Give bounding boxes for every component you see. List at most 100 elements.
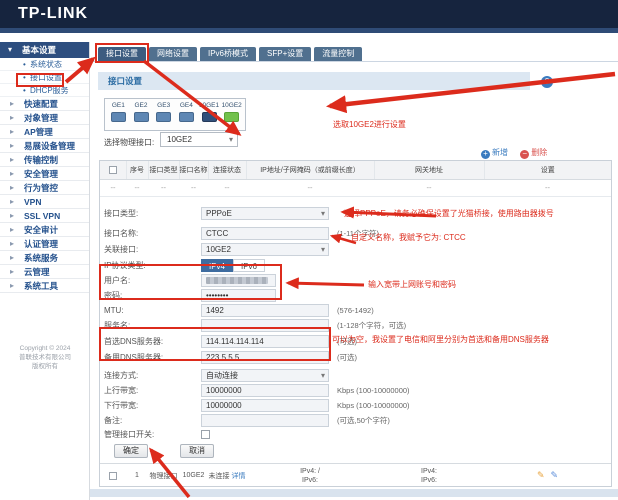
row-checkbox[interactable]	[109, 472, 117, 480]
annotation-name: 自定义名称，我赋予它为: CTCC	[351, 232, 466, 243]
annotation-box-sidebar	[16, 73, 64, 87]
port-ge1[interactable]: GE1	[107, 102, 130, 130]
port-ge4[interactable]: GE4	[175, 102, 198, 130]
footer-strip	[90, 489, 618, 497]
arrow-right-icon: ▸	[10, 251, 14, 265]
port-icon	[134, 112, 149, 122]
port-10ge2[interactable]: 10GE2	[220, 102, 243, 130]
sidebar-item-quick-setup[interactable]: ▸快速配置	[0, 97, 89, 111]
arrow-right-icon: ▸	[10, 153, 14, 167]
downstream-bandwidth-input[interactable]: 10000000	[201, 399, 329, 412]
remark-input[interactable]	[201, 414, 329, 427]
tab-ipv6-bridge[interactable]: IPv6桥模式	[200, 47, 256, 61]
detail-link[interactable]: 详情	[231, 473, 245, 480]
arrow-right-icon: ▸	[10, 223, 14, 237]
connect-mode-select[interactable]: 自动连接▾	[201, 369, 329, 382]
port-icon-selected	[224, 112, 239, 122]
sidebar-item-system-services[interactable]: ▸系统服务	[0, 251, 89, 265]
form-row-connect-mode: 连接方式:自动连接▾	[104, 369, 329, 383]
form-row-remark: 备注:(可选,50个字符)	[104, 414, 390, 428]
form-row-mgmt-switch: 管理接口开关:	[104, 429, 210, 443]
row-checkbox-cell	[100, 464, 126, 488]
tab-divider	[90, 61, 618, 62]
port-10ge1[interactable]: 10GE1	[198, 102, 221, 130]
linked-interface-select[interactable]: 10GE2▾	[201, 243, 329, 256]
sidebar-item-ap-mgmt[interactable]: ▸AP管理	[0, 125, 89, 139]
physical-interface-select[interactable]: 10GE2 ▾	[160, 132, 238, 147]
cancel-button[interactable]: 取消	[180, 444, 214, 458]
port-icon	[111, 112, 126, 122]
sidebar-item-object-mgmt[interactable]: ▸对象管理	[0, 111, 89, 125]
delete-button[interactable]: −删除	[520, 148, 547, 157]
form-row-upstream: 上行带宽:10000000Kbps (100-10000000)	[104, 384, 410, 398]
arrow-right-icon: ▸	[10, 209, 14, 223]
sidebar-item-auth[interactable]: ▸认证管理	[0, 237, 89, 251]
port-ge2[interactable]: GE2	[130, 102, 153, 130]
sidebar-item-transmission[interactable]: ▸传输控制	[0, 153, 89, 167]
sidebar-item-easymesh[interactable]: ▸易展设备管理	[0, 139, 89, 153]
chevron-down-icon: ▾	[321, 244, 325, 255]
help-icon[interactable]: ?	[541, 76, 553, 88]
col-name: 接口名称	[179, 161, 208, 179]
arrow-down-icon: ▾	[8, 42, 12, 58]
mgmt-interface-checkbox[interactable]	[201, 430, 210, 439]
form-row-mtu: MTU:1492(576-1492)	[104, 304, 374, 318]
port-icon	[202, 112, 217, 122]
tab-sfp-settings[interactable]: SFP+设置	[259, 47, 311, 61]
header-checkbox-cell	[100, 161, 126, 179]
sidebar-item-system-tools[interactable]: ▸系统工具	[0, 279, 89, 293]
chevron-down-icon: ▾	[321, 208, 325, 219]
interface-type-select[interactable]: PPPoE▾	[201, 207, 329, 220]
sidebar-item-audit[interactable]: ▸安全审计	[0, 223, 89, 237]
arrow-right-icon: ▸	[10, 237, 14, 251]
annotation-box-credentials	[99, 264, 282, 300]
arrow-right-icon: ▸	[10, 139, 14, 153]
table-toolbar: +新增 −删除	[481, 147, 547, 159]
router-admin-page: TP-LINK ▾ 基本设置 • 系统状态 • 接口设置 • DHCP服务 ▸快…	[0, 0, 618, 500]
arrow-right-icon: ▸	[10, 195, 14, 209]
port-status-box: GE1 GE2 GE3 GE4 10GE1 10GE2	[104, 98, 246, 131]
col-index: 序号	[126, 161, 148, 179]
tab-traffic-control[interactable]: 流量控制	[314, 47, 362, 61]
arrow-right-icon: ▸	[10, 97, 14, 111]
mtu-input[interactable]: 1492	[201, 304, 329, 317]
arrow-right-icon: ▸	[10, 125, 14, 139]
copyright: Copyright © 2024 普联技术有限公司 版权所有	[0, 344, 90, 371]
sidebar-item-ssl-vpn[interactable]: ▸SSL VPN	[0, 209, 89, 223]
chevron-down-icon: ▾	[229, 133, 233, 146]
upstream-bandwidth-input[interactable]: 10000000	[201, 384, 329, 397]
port-ge3[interactable]: GE3	[152, 102, 175, 130]
tab-network-settings[interactable]: 网络设置	[149, 47, 197, 61]
port-icon	[179, 112, 194, 122]
edit-blue-icon[interactable]: ✎	[551, 470, 559, 480]
sidebar-nav: ▾ 基本设置 • 系统状态 • 接口设置 • DHCP服务 ▸快速配置 ▸对象管…	[0, 42, 90, 500]
header-strip	[0, 28, 618, 33]
arrow-right-icon: ▸	[10, 279, 14, 293]
top-header: TP-LINK	[0, 0, 618, 28]
arrow-right-icon: ▸	[10, 167, 14, 181]
chevron-down-icon: ▾	[321, 370, 325, 381]
sidebar-item-security[interactable]: ▸安全管理	[0, 167, 89, 181]
annotation-pppoe: 选择PPPoE，请务必确保设置了光猫桥接，使用路由器拨号	[344, 208, 554, 219]
annotation-dns: 可以为空，我设置了电信和阿里分别为首选和备用DNS服务器	[332, 334, 549, 345]
select-all-checkbox[interactable]	[109, 166, 117, 174]
sidebar-item-cloud[interactable]: ▸云管理	[0, 265, 89, 279]
ok-button[interactable]: 确定	[114, 444, 148, 458]
edit-icon[interactable]: ✎	[537, 470, 545, 480]
sidebar-item-system-status[interactable]: • 系统状态	[0, 58, 89, 71]
tplink-logo: TP-LINK	[18, 5, 88, 23]
sidebar-item-behavior[interactable]: ▸行为管控	[0, 181, 89, 195]
interface-table: 序号 接口类型 接口名称 连接状态 IP地址/子网掩码（或前缀长度） 网关地址 …	[100, 161, 611, 197]
physical-interface-label: 选择物理接口:	[104, 137, 154, 148]
add-button[interactable]: +新增	[481, 148, 508, 157]
sidebar-item-vpn[interactable]: ▸VPN	[0, 195, 89, 209]
form-row-linked-interface: 关联接口:10GE2▾	[104, 243, 329, 257]
form-row-interface-type: 接口类型:PPPoE▾	[104, 207, 329, 221]
form-row-downstream: 下行带宽:10000000Kbps (100-10000000)	[104, 399, 410, 413]
sidebar-item-basic-settings[interactable]: ▾ 基本设置	[0, 42, 89, 58]
arrow-right-icon: ▸	[10, 111, 14, 125]
arrow-right-icon: ▸	[10, 181, 14, 195]
interface-name-input[interactable]: CTCC	[201, 227, 329, 240]
table-row: 1 物理接口 10GE2 未连接 详情 IPv4: /IPv6: IPv4:IP…	[100, 464, 611, 488]
interface-row-table: 1 物理接口 10GE2 未连接 详情 IPv4: /IPv6: IPv4:IP…	[100, 463, 611, 488]
